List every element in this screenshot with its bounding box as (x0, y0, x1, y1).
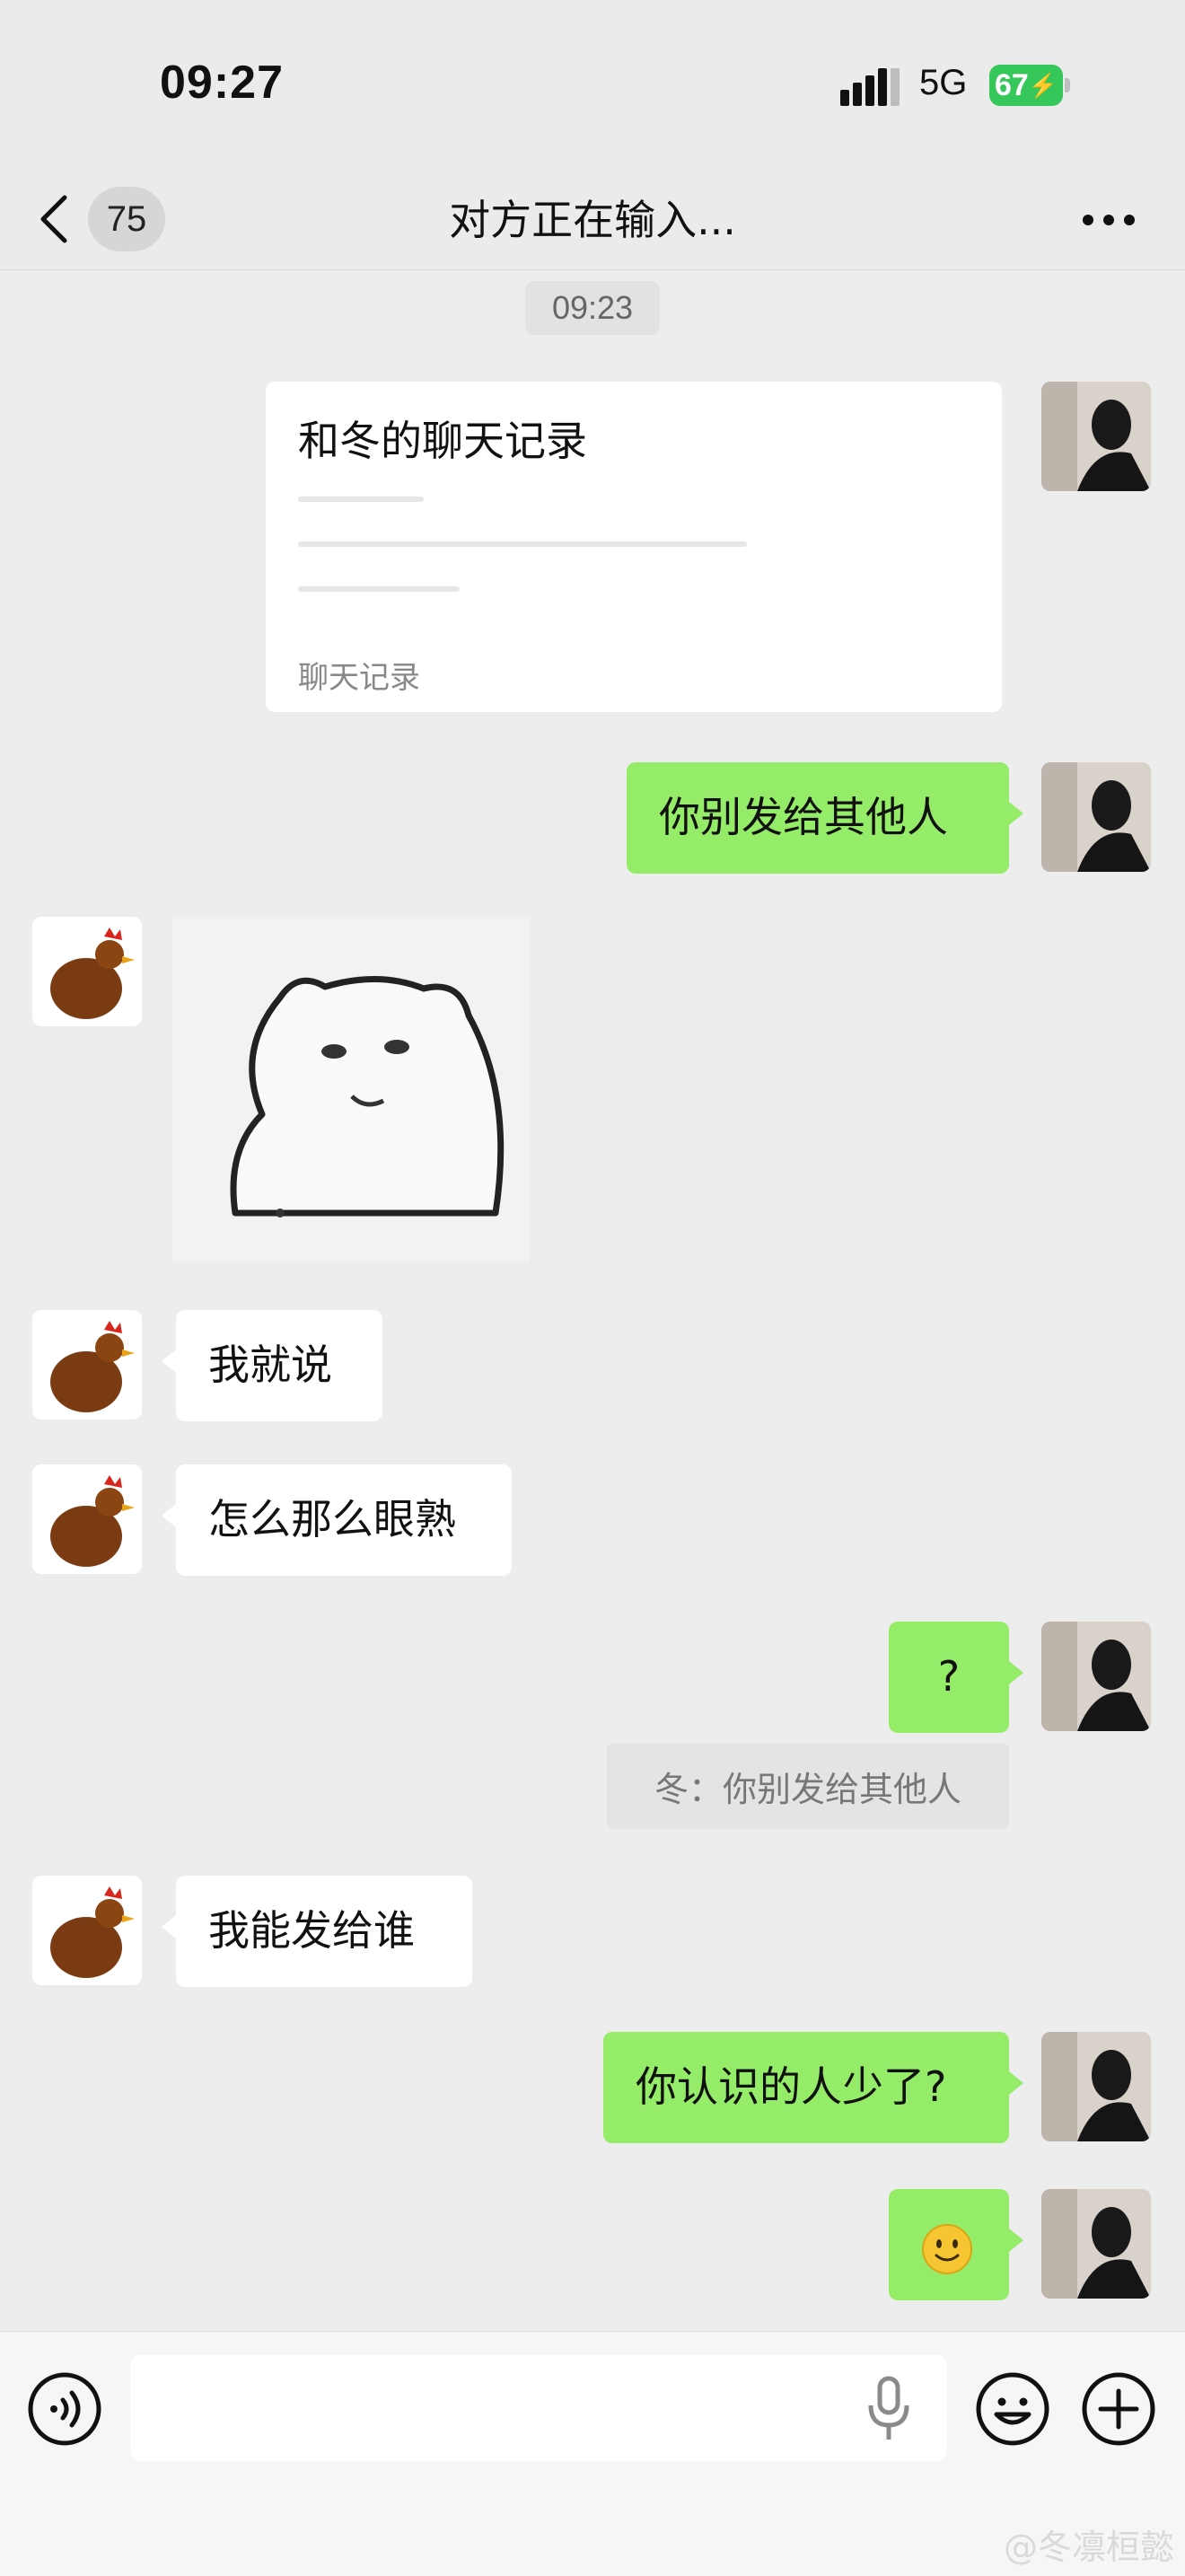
chat-record-footer: 聊天记录 (298, 660, 420, 696)
network-label: 5G (919, 63, 968, 102)
message-bubble[interactable] (889, 2189, 1023, 2300)
contact-avatar[interactable] (32, 1464, 142, 1574)
my-avatar[interactable] (1041, 2189, 1151, 2299)
my-avatar[interactable] (1041, 762, 1151, 872)
microphone-icon[interactable] (862, 2373, 916, 2445)
sticker-image[interactable] (172, 917, 530, 1262)
contact-avatar[interactable] (32, 917, 142, 1026)
message-bubble[interactable]: ? (889, 1622, 1023, 1733)
battery-icon: 67 ⚡ (989, 65, 1070, 106)
message-bubble[interactable]: 我就说 (162, 1310, 382, 1421)
unread-count-badge: 75 (88, 187, 165, 251)
contact-avatar[interactable] (32, 1876, 142, 1985)
message-input[interactable] (130, 2355, 947, 2461)
chat-header: 75 对方正在输入... (0, 171, 1185, 270)
my-avatar[interactable] (1041, 2032, 1151, 2141)
quoted-message[interactable]: 冬：你别发给其他人 (607, 1743, 1009, 1829)
back-button[interactable]: 75 (36, 183, 171, 255)
chat-record-card[interactable]: 和冬的聊天记录 聊天记录 (266, 382, 1002, 712)
more-options-icon[interactable] (1077, 198, 1140, 242)
signal-icon (840, 68, 900, 106)
plus-icon[interactable] (1081, 2371, 1156, 2447)
my-avatar[interactable] (1041, 382, 1151, 491)
chat-title: 对方正在输入... (449, 196, 736, 244)
voice-icon[interactable] (27, 2371, 102, 2447)
emoji-icon[interactable] (975, 2371, 1050, 2447)
contact-avatar[interactable] (32, 1310, 142, 1420)
message-bubble[interactable]: 你别发给其他人 (627, 762, 1023, 874)
message-timestamp: 09:23 (525, 281, 660, 335)
battery-level: 67 (995, 67, 1029, 102)
watermark: @冬凛桓懿 (1003, 2528, 1174, 2567)
message-bubble[interactable]: 我能发给谁 (162, 1876, 472, 1987)
status-bar: 09:27 5G 67 ⚡ (0, 0, 1185, 171)
redacted-line (298, 497, 424, 502)
chevron-left-icon (40, 195, 67, 243)
smile-emoji-icon (922, 2223, 972, 2274)
status-time: 09:27 (160, 57, 284, 109)
my-avatar[interactable] (1041, 1622, 1151, 1731)
redacted-line (298, 586, 460, 592)
chat-record-title: 和冬的聊天记录 (298, 417, 587, 465)
message-bubble[interactable]: 怎么那么眼熟 (162, 1464, 512, 1576)
redacted-line (298, 541, 747, 547)
chat-area[interactable]: 09:23 和冬的聊天记录 聊天记录 你别发给其他人 我就说 怎么那么眼熟 ? … (0, 270, 1185, 2331)
message-bubble[interactable]: 你认识的人少了? (603, 2032, 1023, 2143)
input-bar: @冬凛桓懿 (0, 2331, 1185, 2576)
